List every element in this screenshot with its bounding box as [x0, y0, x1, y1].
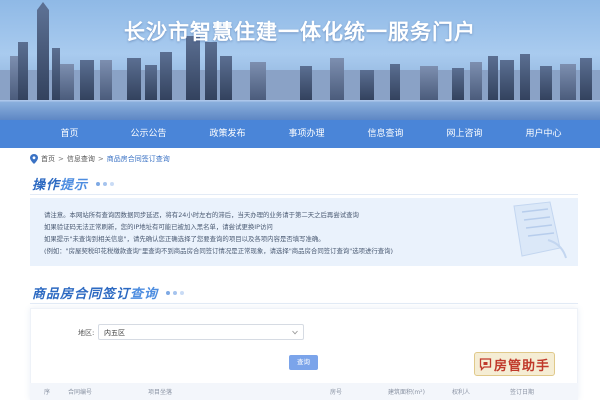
dot [96, 181, 101, 186]
dot [166, 290, 171, 295]
query-title-part-b: 查询 [130, 287, 159, 302]
notice-line: (例如："房屋契税印花税缴款查询"里查询不到商品房合同签订情况是正常现象，请选择… [44, 247, 394, 255]
header-banner: 长沙市智慧住建一体化统一服务门户 [0, 0, 600, 120]
watermark-text: 房管助手 [494, 358, 551, 374]
nav-item-services[interactable]: 事项办理 [267, 120, 346, 148]
query-section-header: 商品房合同签订 查询 [32, 283, 187, 302]
query-title-part-a: 商品房合同签订 [32, 287, 131, 302]
document-illustration-icon [513, 201, 567, 259]
location-pin-icon [30, 154, 38, 164]
breadcrumb-separator: > [97, 155, 104, 163]
column-header: 建筑面积(m²) [388, 389, 425, 396]
notice-box: 请注意。本网站所有查询因数据同步延迟，将有24小时左右的滞后，当天办理的业务请于… [30, 198, 578, 266]
tips-title-part-b: 提示 [60, 178, 89, 193]
breadcrumb-separator: > [58, 155, 64, 163]
dot [103, 181, 108, 186]
decorative-dots [96, 181, 117, 186]
column-header: 权利人 [452, 389, 471, 396]
notice-line: 如果验证码无法正常刷新，您的IP地址有可能已被加入黑名单，请尝试更换IP访问 [44, 223, 273, 231]
nav-item-consult[interactable]: 网上咨询 [425, 120, 504, 148]
section-divider [30, 194, 578, 195]
results-table-header: 序 合同编号 项目坐落 房号 建筑面积(m²) 权利人 签订日期 [30, 383, 578, 400]
column-header: 序 [44, 389, 51, 396]
nav-item-user-center[interactable]: 用户中心 [504, 120, 583, 148]
column-header: 项目坐落 [148, 389, 173, 396]
column-header: 签订日期 [510, 389, 535, 396]
nav-item-home[interactable]: 首页 [30, 120, 109, 148]
section-divider [30, 303, 578, 304]
page-root: 长沙市智慧住建一体化统一服务门户 首页 公示公告 政策发布 事项办理 信息查询 … [0, 0, 600, 400]
chevron-down-icon [292, 330, 298, 335]
tips-title-part-a: 操作 [32, 178, 61, 193]
breadcrumb: 首页 > 信息查询 > 商品房合同签订查询 [30, 153, 170, 165]
main-nav: 首页 公示公告 政策发布 事项办理 信息查询 网上咨询 用户中心 [0, 120, 600, 148]
district-label: 地区: [78, 329, 95, 337]
notice-line: 如果提示"未查询到相关信息"，请先确认您正确选择了您要查询的项目以及各项内容是否… [44, 235, 325, 243]
breadcrumb-home[interactable]: 首页 [41, 154, 55, 164]
dot [180, 290, 185, 295]
nav-item-announcements[interactable]: 公示公告 [109, 120, 188, 148]
dot [173, 290, 178, 295]
district-select-value: 内五区 [104, 329, 125, 337]
watermark-badge: 房管助手 [474, 352, 556, 376]
column-header: 房号 [330, 389, 343, 396]
nav-item-policy[interactable]: 政策发布 [188, 120, 267, 148]
nav-item-info-query[interactable]: 信息查询 [346, 120, 425, 148]
column-header: 合同编号 [68, 389, 93, 396]
notice-line: 请注意。本网站所有查询因数据同步延迟，将有24小时左右的滞后，当天办理的业务请于… [44, 211, 359, 219]
dot [110, 181, 115, 186]
breadcrumb-current: 商品房合同签订查询 [106, 155, 170, 163]
tips-section-header: 操作 提示 [32, 174, 117, 193]
query-button[interactable]: 查询 [289, 355, 318, 370]
district-select[interactable]: 内五区 [98, 324, 304, 340]
house-chat-icon [479, 358, 492, 371]
decorative-dots [166, 290, 187, 295]
breadcrumb-parent[interactable]: 信息查询 [67, 154, 95, 164]
portal-title: 长沙市智慧住建一体化统一服务门户 [124, 20, 476, 44]
